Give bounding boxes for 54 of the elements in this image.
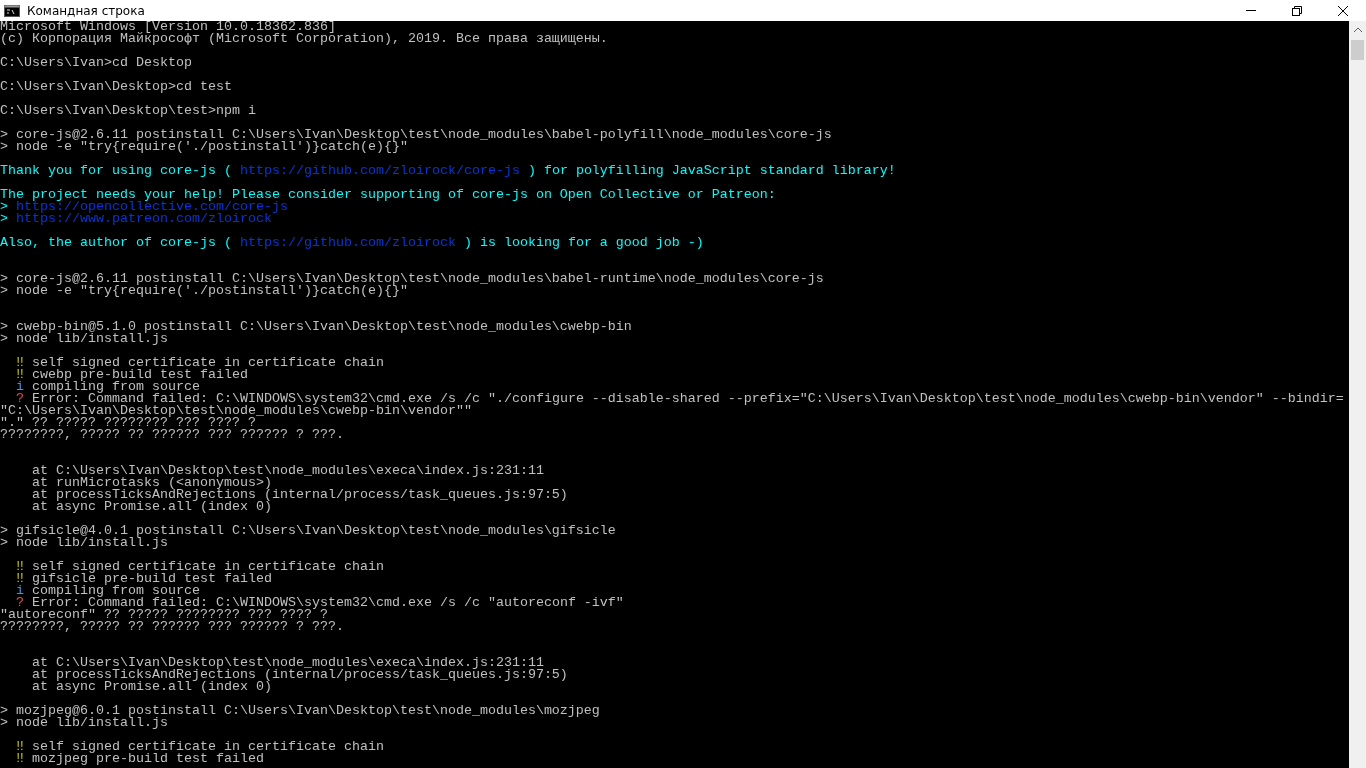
console-line: self signed certificate in certificate chain	[32, 739, 384, 754]
minimize-icon	[1246, 10, 1256, 11]
warning-mark: ‼	[16, 367, 24, 382]
scrollbar-thumb[interactable]	[1351, 40, 1364, 60]
console-line: > node lib/install.js	[0, 717, 168, 729]
error-mark: ?	[16, 595, 24, 610]
link[interactable]: https://github.com/zloirock/core-js	[239, 163, 520, 178]
console-line: at async Promise.all (index 0)	[31, 501, 272, 513]
console-line: > node lib/install.js	[0, 333, 168, 345]
warning-mark: ‼	[16, 751, 24, 766]
console-line: at processTicksAndRejections (internal/process/task_queues.js:97:5)	[31, 669, 569, 681]
window-title: Командная строка	[27, 3, 146, 18]
console-line: Microsoft Windows [Version 10.0.18362.836]	[0, 21, 336, 33]
console-line: > core-js@2.6.11 postinstall C:\Users\Ivan\Desktop\test\node_modules\babel-runtime\node_modules\core-js	[0, 273, 825, 285]
console-line: > node -e "try{require('./postinstall')}catch(e){}"	[0, 285, 408, 297]
console-line: at processTicksAndRejections (internal/process/task_queues.js:97:5)	[31, 489, 569, 501]
maximize-icon	[1292, 5, 1302, 16]
console-line: > https://opencollective.com/core-js	[0, 201, 289, 213]
warning-mark: ‼	[16, 559, 24, 574]
console-line: (c) Корпорация Майкрософт (Microsoft Corporation), 2019. Все права защищены.	[0, 33, 609, 45]
error-mark: ?	[16, 391, 24, 406]
console-line: > https://www.patreon.com/zloirock	[0, 213, 272, 225]
console-line: self signed certificate in certificate chain	[32, 559, 384, 574]
console-line: at async Promise.all (index 0)	[31, 681, 272, 693]
console-line: at C:\Users\Ivan\Desktop\test\node_modules\execa\index.js:231:11	[31, 657, 544, 669]
console-line: at C:\Users\Ivan\Desktop\test\node_modules\execa\index.js:231:11	[31, 465, 545, 477]
warning-mark: ‼	[16, 571, 24, 586]
console-line: Thank you for using core-js ( https://github.com/zloirock/core-js ) for polyfilling JavaScript standard library!	[0, 165, 897, 177]
console-line: > gifsicle@4.0.1 postinstall C:\Users\Ivan\Desktop\test\node_modules\gifsicle	[0, 525, 617, 537]
console-line: "autoreconf" ?? ????? ???????? ??? ???? ?	[0, 609, 328, 621]
link[interactable]: https://github.com/zloirock	[239, 235, 456, 250]
terminal-icon	[4, 4, 20, 17]
caret-up-icon	[1353, 27, 1362, 32]
warning-mark: ‼	[16, 355, 24, 370]
console-line: C:\Users\Ivan\Desktop>cd test	[0, 81, 233, 93]
console-line: "." ?? ????? ???????? ??? ???? ?	[0, 417, 256, 429]
info-mark: i	[16, 379, 24, 394]
close-icon	[1338, 5, 1348, 16]
console-line: ????????, ????? ?? ?????? ??? ?????? ? ???.	[0, 621, 345, 633]
console-line: > node lib/install.js	[0, 537, 168, 549]
console-line: C:\Users\Ivan\Desktop\test>npm i	[0, 105, 257, 117]
console-line: "C:\Users\Ivan\Desktop\test\node_modules\cwebp-bin\vendor""	[0, 405, 473, 417]
warning-mark: ‼	[16, 739, 24, 754]
console-line: > mozjpeg@6.0.1 postinstall C:\Users\Ivan\Desktop\test\node_modules\mozjpeg	[0, 705, 601, 717]
console-line: at runMicrotasks (<anonymous>)	[31, 477, 272, 489]
console-line: Also, the author of core-js ( https://github.com/zloirock ) is looking for a good job -)	[0, 237, 705, 249]
info-mark: i	[16, 583, 24, 598]
console-line: > node -e "try{require('./postinstall')}catch(e){}"	[0, 141, 408, 153]
console-line: > core-js@2.6.11 postinstall C:\Users\Ivan\Desktop\test\node_modules\babel-polyfill\node_modules\core-js	[0, 129, 833, 141]
console-line: self signed certificate in certificate chain	[32, 355, 384, 370]
console-line: The project needs your help! Please consider supporting of core-js on Open Collective or Patreon:	[0, 189, 777, 201]
console-line: > cwebp-bin@5.1.0 postinstall C:\Users\Ivan\Desktop\test\node_modules\cwebp-bin	[0, 321, 633, 333]
console-line: ????????, ????? ?? ?????? ??? ?????? ? ???.	[0, 429, 345, 441]
console-line: C:\Users\Ivan>cd Desktop	[0, 57, 193, 69]
